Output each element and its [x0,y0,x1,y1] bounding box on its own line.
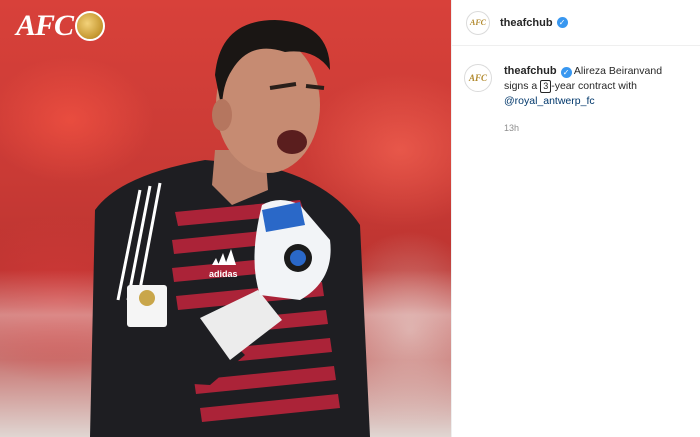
verified-badge-icon: ✓ [556,17,568,28]
post-media[interactable]: AFC adidas [0,0,451,437]
mention-link[interactable]: @royal_antwerp_fc [504,95,595,107]
caption-avatar-text: AFC [468,73,487,83]
caption-text-after: -year contract with [551,80,637,92]
caption-body: theafchub ✓ Alireza Beiranvand signs a 3-… [504,64,684,136]
kit-brand-text: adidas [209,269,238,279]
post-header: AFC theafchub ✓ [452,0,700,46]
caption-comment: AFC theafchub ✓ Alireza Beiranvand signs … [452,46,700,136]
header-username[interactable]: theafchub [500,17,553,29]
avatar-text: AFC [469,18,486,27]
keycap-three-icon: 3 [540,80,552,93]
profile-avatar[interactable]: AFC [466,10,490,35]
player-photo: adidas [90,20,370,437]
caption-avatar[interactable]: AFC [464,64,492,92]
caption-username[interactable]: theafchub [504,65,557,77]
post-side-panel: AFC theafchub ✓ AFC theafchub ✓ Alireza B… [451,0,700,437]
post-timestamp[interactable]: 13h [504,121,684,136]
caption-verified-badge-icon: ✓ [560,67,572,78]
